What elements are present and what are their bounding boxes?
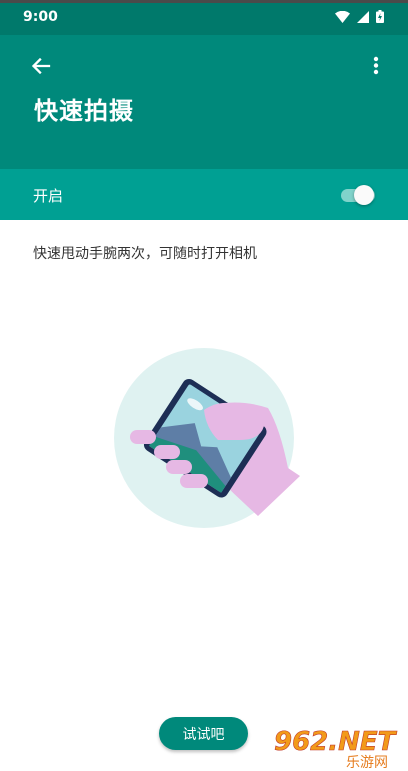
status-bar-edge — [0, 0, 408, 3]
status-icons — [335, 10, 384, 23]
try-button[interactable]: 试试吧 — [159, 717, 248, 750]
battery-icon — [376, 10, 384, 23]
back-button[interactable] — [27, 52, 55, 80]
enable-switch[interactable] — [341, 184, 377, 206]
wifi-icon — [335, 10, 350, 23]
arrow-back-icon — [31, 57, 51, 75]
status-bar: 9:00 — [0, 0, 408, 35]
svg-text:乐游网: 乐游网 — [346, 755, 388, 771]
more-options-button[interactable] — [366, 52, 386, 80]
status-time: 9:00 — [23, 9, 58, 25]
feature-description: 快速甩动手腕两次，可随时打开相机 — [33, 246, 257, 262]
hand-holding-phone-illustration — [114, 348, 300, 528]
watermark-logo: 962.NET 乐游网 — [268, 718, 408, 771]
more-vert-icon — [373, 56, 379, 75]
cell-signal-icon — [357, 10, 369, 23]
app-bar: 快速拍摄 — [0, 35, 408, 169]
svg-text:962.NET: 962.NET — [274, 727, 398, 757]
page-title: 快速拍摄 — [34, 97, 134, 125]
switch-thumb — [354, 185, 374, 205]
enable-label: 开启 — [33, 187, 64, 205]
enable-setting-row[interactable]: 开启 — [0, 169, 408, 220]
